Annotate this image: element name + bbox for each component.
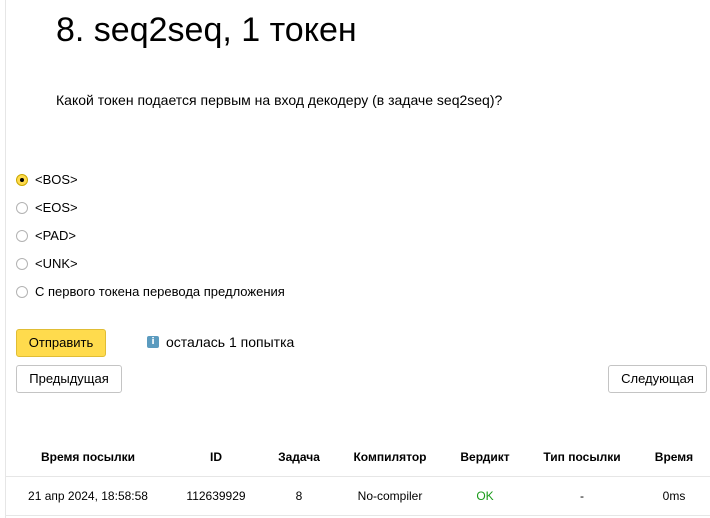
radio-button[interactable] <box>16 286 28 298</box>
column-header-task: Задача <box>262 438 336 477</box>
submissions-table: Время посылки ID Задача Компилятор Верди… <box>6 438 710 516</box>
attempts-text: осталась 1 попытка <box>166 334 295 350</box>
option-label: <EOS> <box>35 200 78 215</box>
radio-button[interactable] <box>16 230 28 242</box>
column-header-compiler: Компилятор <box>336 438 444 477</box>
cell-submission-time: 21 апр 2024, 18:58:58 <box>6 476 170 516</box>
attempts-notice: i осталась 1 попытка <box>147 333 294 351</box>
next-button[interactable]: Следующая <box>608 365 707 393</box>
option-label: <PAD> <box>35 228 76 243</box>
option-first-translation-token[interactable]: С первого токена перевода предложения <box>16 282 285 302</box>
column-header-verdict: Вердикт <box>444 438 526 477</box>
cell-compiler: No-compiler <box>336 476 444 516</box>
column-header-duration: Время <box>638 438 710 477</box>
info-icon: i <box>147 336 159 348</box>
column-header-time: Время посылки <box>6 438 170 477</box>
column-header-id: ID <box>170 438 262 477</box>
radio-button[interactable] <box>16 258 28 270</box>
cell-duration: 0ms <box>638 476 710 516</box>
cell-verdict: OK <box>444 476 526 516</box>
option-eos[interactable]: <EOS> <box>16 198 78 218</box>
radio-button-checked[interactable] <box>16 174 28 186</box>
option-unk[interactable]: <UNK> <box>16 254 78 274</box>
option-label: <BOS> <box>35 172 78 187</box>
cell-task: 8 <box>262 476 336 516</box>
option-label: С первого токена перевода предложения <box>35 284 285 299</box>
cell-submission-type: - <box>526 476 638 516</box>
page-title: 8. seq2seq, 1 токен <box>56 11 357 49</box>
column-header-type: Тип посылки <box>526 438 638 477</box>
previous-button[interactable]: Предыдущая <box>16 365 122 393</box>
cell-submission-id[interactable]: 112639929 <box>170 476 262 516</box>
option-bos[interactable]: <BOS> <box>16 170 78 190</box>
table-header-row: Время посылки ID Задача Компилятор Верди… <box>6 438 710 477</box>
question-text: Какой токен подается первым на вход деко… <box>56 92 503 108</box>
option-pad[interactable]: <PAD> <box>16 226 76 246</box>
submissions-table-wrapper: Время посылки ID Задача Компилятор Верди… <box>6 438 710 516</box>
submit-button[interactable]: Отправить <box>16 329 106 357</box>
radio-button[interactable] <box>16 202 28 214</box>
table-row[interactable]: 21 апр 2024, 18:58:58 112639929 8 No-com… <box>6 476 710 516</box>
option-label: <UNK> <box>35 256 78 271</box>
